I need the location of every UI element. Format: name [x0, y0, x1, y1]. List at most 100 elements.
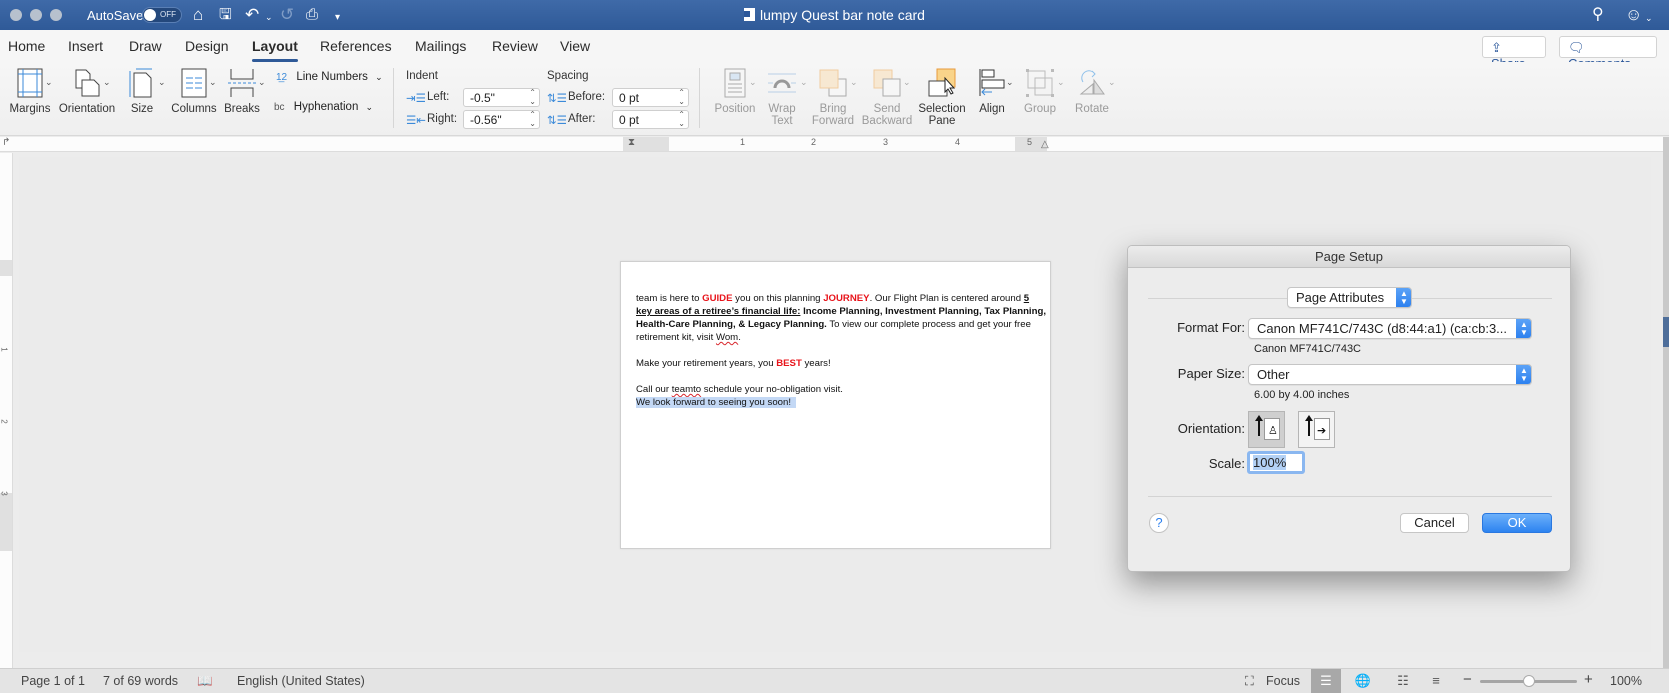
focus-icon[interactable]: ⛶ — [1245, 674, 1254, 689]
wrap-text-label: Wrap — [768, 103, 796, 115]
columns-chevron-icon[interactable]: ⌄ — [209, 77, 217, 88]
tab-home[interactable]: Home — [8, 38, 45, 54]
position-button[interactable]: Position — [710, 68, 760, 115]
language-indicator[interactable]: English (United States) — [237, 674, 365, 688]
align-chevron-icon[interactable]: ⌄ — [1006, 77, 1014, 88]
document-page[interactable]: team is here to GUIDE you on this planni… — [620, 261, 1051, 549]
zoom-slider-handle[interactable] — [1522, 675, 1535, 687]
page-attributes-select[interactable]: Page Attributes ▲ ▼ — [1287, 287, 1412, 308]
tab-layout[interactable]: Layout — [252, 38, 298, 62]
right-indent-marker-icon[interactable]: △ — [1041, 139, 1049, 150]
indent-marker-icon[interactable]: ⧗ — [628, 137, 635, 148]
columns-label: Columns — [171, 103, 217, 115]
tab-design[interactable]: Design — [185, 38, 229, 54]
orientation-button[interactable]: Orientation — [57, 68, 117, 115]
proofing-icon[interactable]: 📖 — [197, 674, 213, 689]
format-for-select[interactable]: Canon MF741C/743C (d8:44:a1) (ca:cb:3...… — [1248, 318, 1532, 339]
vertical-ruler[interactable]: 1 2 3 — [0, 153, 13, 668]
cancel-button[interactable]: Cancel — [1400, 513, 1469, 533]
print-layout-view-button[interactable]: ☰ — [1311, 669, 1341, 693]
smiley-feedback-icon[interactable]: ☺ — [1625, 5, 1642, 25]
search-icon[interactable]: ⚲ — [1592, 5, 1604, 25]
outline-view-button[interactable]: ☷ — [1388, 669, 1418, 693]
align-button[interactable]: Align — [970, 68, 1014, 115]
scrollbar-thumb[interactable] — [1663, 317, 1669, 347]
indent-right-input[interactable]: -0.56" ⌃ ⌄ — [463, 110, 540, 129]
tab-draw[interactable]: Draw — [129, 38, 162, 54]
wrap-text-chevron-icon[interactable]: ⌄ — [800, 77, 808, 88]
page-setup-dialog: Page Setup Page Attributes ▲ ▼ Format For:… — [1127, 245, 1571, 572]
group-label: Group — [1024, 103, 1056, 115]
spacing-before-input[interactable]: 0 pt ⌃ ⌄ — [612, 88, 689, 107]
tab-references[interactable]: References — [320, 38, 392, 54]
indent-left-input[interactable]: -0.5" ⌃ ⌄ — [463, 88, 540, 107]
portrait-orientation-button[interactable]: ♙ — [1248, 411, 1285, 448]
group-chevron-icon[interactable]: ⌄ — [1057, 77, 1065, 88]
focus-button[interactable]: Focus — [1266, 674, 1300, 688]
scale-value: 100% — [1253, 455, 1287, 470]
page-count[interactable]: Page 1 of 1 — [21, 674, 85, 688]
zoom-level[interactable]: 100% — [1610, 674, 1642, 688]
rotate-chevron-icon[interactable]: ⌄ — [1108, 77, 1116, 88]
send-backward-chevron-icon[interactable]: ⌄ — [903, 77, 911, 88]
position-chevron-icon[interactable]: ⌄ — [749, 77, 757, 88]
scale-label: Scale: — [1208, 456, 1245, 471]
selection-pane-icon — [927, 68, 957, 98]
indent-right-stepper[interactable]: ⌃ ⌄ — [529, 110, 536, 128]
tab-mailings[interactable]: Mailings — [415, 38, 466, 54]
horizontal-ruler[interactable]: ↱ ⧗ 1 2 3 4 5 △ — [0, 137, 1669, 152]
vertical-scrollbar[interactable] — [1663, 137, 1669, 668]
size-button[interactable]: Size — [124, 68, 160, 115]
tab-review[interactable]: Review — [492, 38, 538, 54]
word-count[interactable]: 7 of 69 words — [103, 674, 178, 688]
bring-forward-chevron-icon[interactable]: ⌄ — [850, 77, 858, 88]
draft-view-button[interactable]: ≡ — [1421, 669, 1451, 693]
selection-pane-button[interactable]: Selection Pane — [916, 68, 968, 127]
breaks-chevron-icon[interactable]: ⌄ — [258, 77, 266, 88]
group-button[interactable]: Group — [1018, 68, 1062, 115]
tab-insert[interactable]: Insert — [68, 38, 103, 54]
scale-input[interactable]: 100% — [1247, 451, 1305, 474]
spacing-before-stepper[interactable]: ⌃ ⌄ — [678, 88, 685, 106]
line-numbers-button[interactable]: 1̲2 Line Numbers ⌄ — [276, 71, 383, 83]
spacing-after-stepper[interactable]: ⌃ ⌄ — [678, 110, 685, 128]
send-backward-icon — [872, 68, 902, 98]
margins-icon — [15, 68, 45, 98]
margins-chevron-icon[interactable]: ⌄ — [45, 77, 53, 88]
spacing-after-input[interactable]: 0 pt ⌃ ⌄ — [612, 110, 689, 129]
share-button[interactable]: ⇪ Share — [1482, 36, 1546, 71]
paper-size-select[interactable]: Other ▲ ▼ — [1248, 364, 1532, 385]
help-button[interactable]: ? — [1149, 513, 1169, 533]
size-chevron-icon[interactable]: ⌄ — [158, 77, 166, 88]
misspelled-word[interactable]: teamto — [672, 384, 701, 395]
columns-button[interactable]: Columns — [170, 68, 218, 115]
margins-button[interactable]: Margins — [8, 68, 52, 115]
selected-text[interactable]: We look forward to seeing you soon! — [636, 397, 792, 408]
zoom-slider[interactable] — [1480, 675, 1577, 687]
rotate-icon — [1077, 68, 1107, 98]
zoom-in-button[interactable]: + — [1584, 671, 1593, 688]
indent-left-stepper[interactable]: ⌃ ⌄ — [529, 88, 536, 106]
orientation-chevron-icon[interactable]: ⌄ — [103, 77, 111, 88]
paper-size-label: Paper Size: — [1177, 366, 1245, 381]
web-layout-view-button[interactable]: 🌐 — [1348, 669, 1378, 693]
indent-left-icon: ⇥☰ — [406, 93, 426, 105]
rotate-button[interactable]: Rotate — [1069, 68, 1115, 115]
indent-left-label: Left: — [427, 91, 450, 103]
spacing-after-value: 0 pt — [619, 113, 640, 127]
misspelled-word[interactable]: Wom — [716, 332, 738, 343]
document-body[interactable]: team is here to GUIDE you on this planni… — [636, 292, 1046, 409]
landscape-orientation-button[interactable]: ➔ — [1298, 411, 1335, 448]
zoom-out-button[interactable]: − — [1463, 671, 1472, 688]
indent-right-label: Right: — [427, 113, 458, 125]
tab-selector-icon[interactable]: ↱ — [2, 137, 10, 148]
wrap-text-button[interactable]: Wrap Text — [760, 68, 804, 127]
align-icon — [977, 68, 1007, 98]
feedback-chevron-icon[interactable]: ⌄ — [1645, 8, 1653, 28]
tab-view[interactable]: View — [560, 38, 590, 54]
hyphenation-button[interactable]: bc Hyphenation ⌄ — [274, 101, 373, 113]
comments-button[interactable]: 🗨 Comments — [1559, 36, 1657, 71]
breaks-button[interactable]: Breaks — [222, 68, 262, 115]
indent-heading: Indent — [406, 70, 438, 82]
ok-button[interactable]: OK — [1482, 513, 1552, 533]
